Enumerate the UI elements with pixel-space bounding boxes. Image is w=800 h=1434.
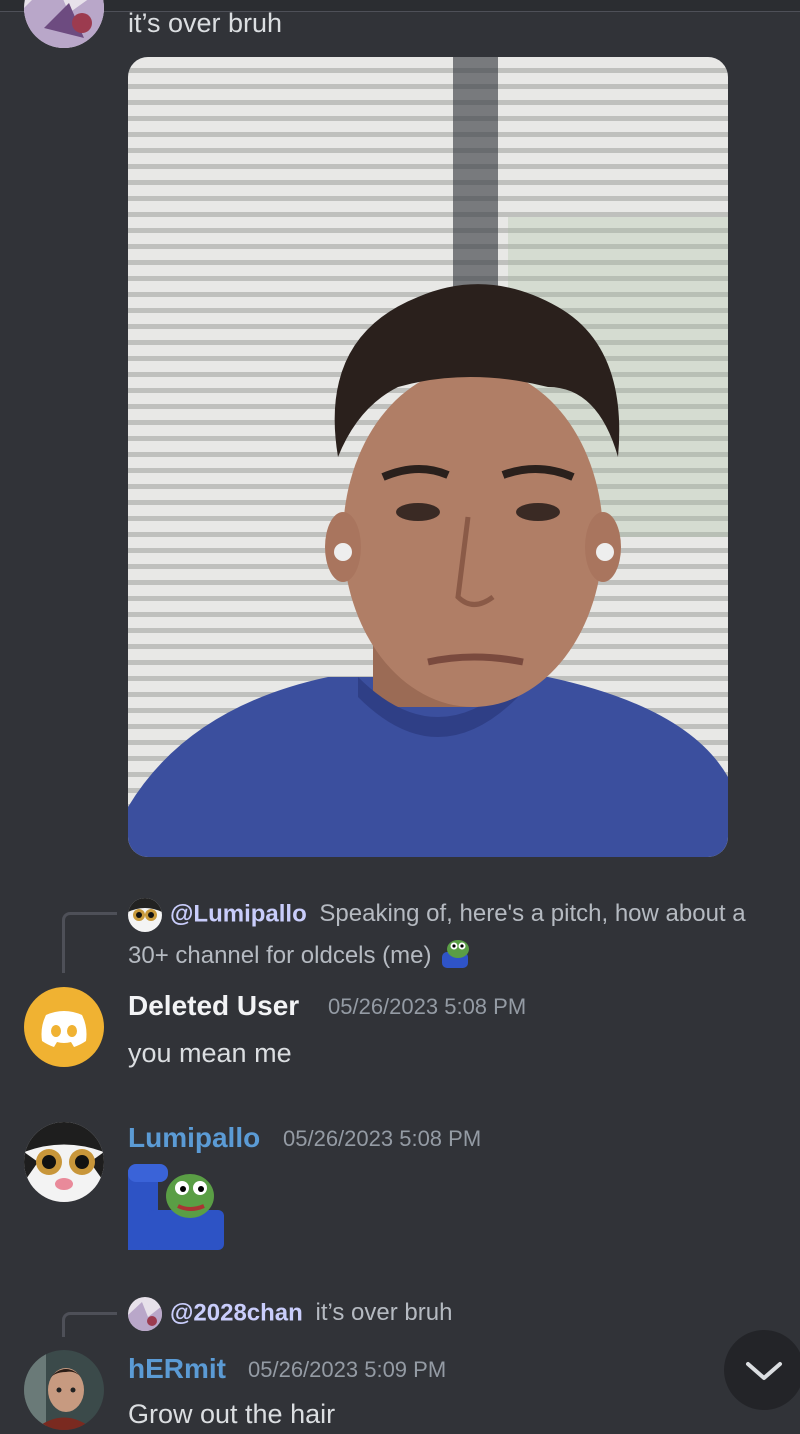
username[interactable]: Lumipallo xyxy=(128,1122,260,1154)
username[interactable]: Deleted User xyxy=(128,990,299,1022)
pepe-sticker[interactable] xyxy=(128,1160,224,1250)
discord-logo-icon xyxy=(41,1011,87,1047)
reply-mention[interactable]: @2028chan xyxy=(170,1299,303,1326)
reply-text: it’s over bruh xyxy=(315,1299,453,1327)
reply-text: Speaking of, here's a pitch, how about a xyxy=(319,900,746,928)
chevron-down-icon xyxy=(746,1362,782,1380)
username[interactable]: hERmit xyxy=(128,1353,226,1385)
message-text: you mean me xyxy=(128,1038,292,1068)
reply-preview[interactable]: @Lumipallo Speaking of, here's a pitch, … xyxy=(128,898,746,932)
jump-to-bottom-button[interactable] xyxy=(724,1330,800,1410)
avatar-2028chan[interactable] xyxy=(24,0,104,48)
top-divider xyxy=(0,0,800,12)
timestamp: 05/26/2023 5:09 PM xyxy=(248,1357,447,1382)
message-text: it’s over bruh xyxy=(128,8,283,38)
attached-photo[interactable] xyxy=(128,57,728,857)
avatar-lumipallo[interactable] xyxy=(24,1122,104,1202)
pepe-emoji xyxy=(438,936,474,977)
reply-mention[interactable]: @Lumipallo xyxy=(170,900,307,927)
reply-preview[interactable]: @2028chan it’s over bruh xyxy=(128,1297,452,1331)
reply-connector xyxy=(62,912,117,973)
timestamp: 05/26/2023 5:08 PM xyxy=(283,1126,482,1151)
reply-avatar-lumipallo xyxy=(128,898,162,932)
reply-text-line2: 30+ channel for oldcels (me) xyxy=(128,936,474,977)
avatar-deleted-user[interactable] xyxy=(24,987,104,1067)
message-text: Grow out the hair xyxy=(128,1399,336,1429)
avatar-hermit[interactable] xyxy=(24,1350,104,1430)
reply-avatar-2028chan xyxy=(128,1297,162,1331)
reply-connector xyxy=(62,1312,117,1337)
timestamp: 05/26/2023 5:08 PM xyxy=(328,994,527,1019)
